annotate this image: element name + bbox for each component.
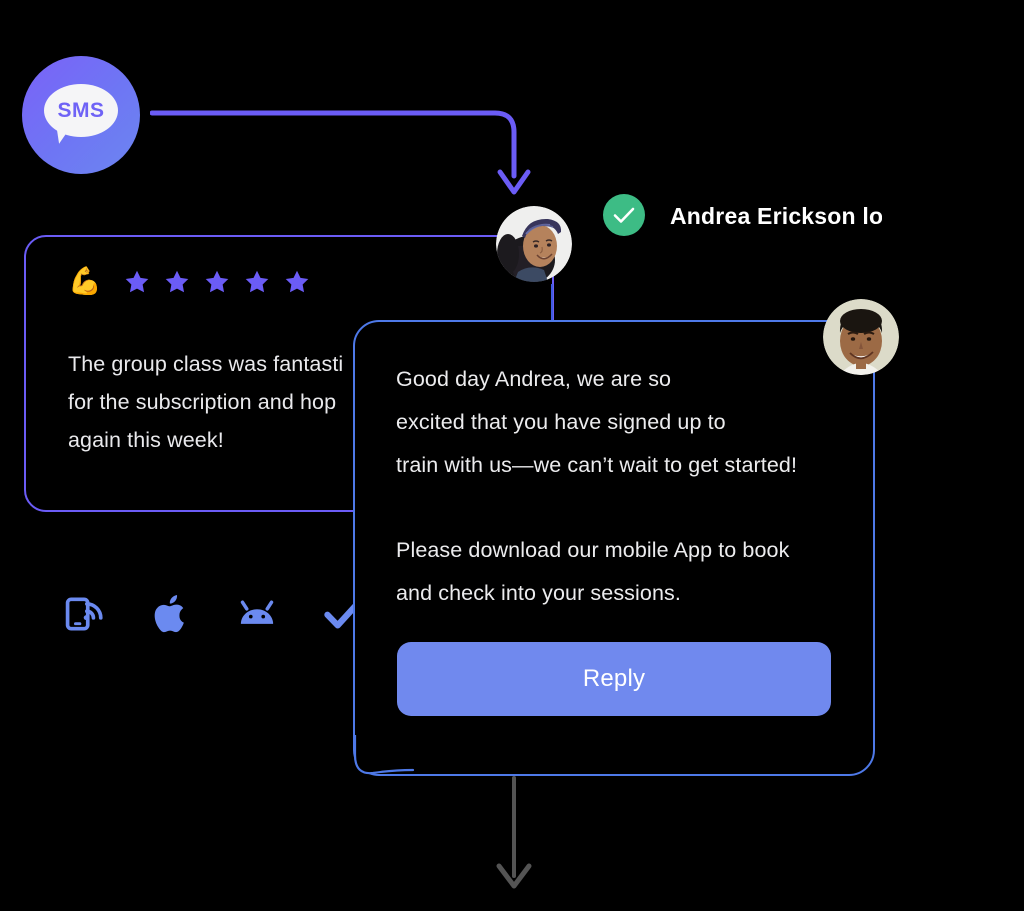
- sms-chat-bubble-icon: SMS: [44, 84, 118, 146]
- apple-logo-icon[interactable]: [149, 592, 193, 636]
- sms-badge-label: SMS: [57, 98, 105, 122]
- reply-button[interactable]: Reply: [397, 642, 831, 716]
- illustration-canvas: SMS 💪 The group class was fantasti for t…: [0, 0, 1024, 911]
- green-check-circle-icon: [603, 194, 645, 236]
- chat-paragraph-line: Please download our mobile App to book: [396, 538, 790, 562]
- chat-paragraph-line: excited that you have signed up to: [396, 410, 726, 434]
- review-text-line: again this week!: [68, 428, 224, 452]
- star-filled-icon: [125, 270, 148, 292]
- android-logo-icon[interactable]: [235, 592, 279, 636]
- mobile-signal-icon[interactable]: [63, 592, 107, 636]
- chat-paragraph-line: and check into your sessions.: [396, 581, 681, 605]
- platform-icon-row: [63, 592, 365, 636]
- avatar-trainer: [823, 299, 899, 375]
- star-filled-icon: [245, 270, 268, 292]
- star-filled-icon: [205, 270, 228, 292]
- elbow-arrow-down-icon: [150, 110, 531, 195]
- flexed-biceps-emoji: 💪: [68, 266, 102, 296]
- sms-badge: SMS: [22, 56, 140, 174]
- review-text-line: The group class was fantasti: [68, 352, 344, 376]
- review-text-line: for the subscription and hop: [68, 390, 337, 414]
- avatar-andrea-erickson: [496, 206, 572, 282]
- chat-message-text: Good day Andrea, we are so excited that …: [396, 358, 836, 615]
- star-filled-icon: [165, 270, 188, 292]
- chat-paragraph-line: Good day Andrea, we are so: [396, 367, 672, 391]
- arrow-down-icon: [496, 776, 532, 889]
- chat-bubble-tail: [353, 735, 415, 775]
- status-label: Andrea Erickson logs: [670, 203, 882, 229]
- star-filled-icon: [285, 270, 308, 292]
- review-rating: 💪: [68, 268, 310, 295]
- chat-paragraph-line: train with us—we can’t wait to get start…: [396, 453, 798, 477]
- review-text: The group class was fantasti for the sub…: [68, 345, 398, 459]
